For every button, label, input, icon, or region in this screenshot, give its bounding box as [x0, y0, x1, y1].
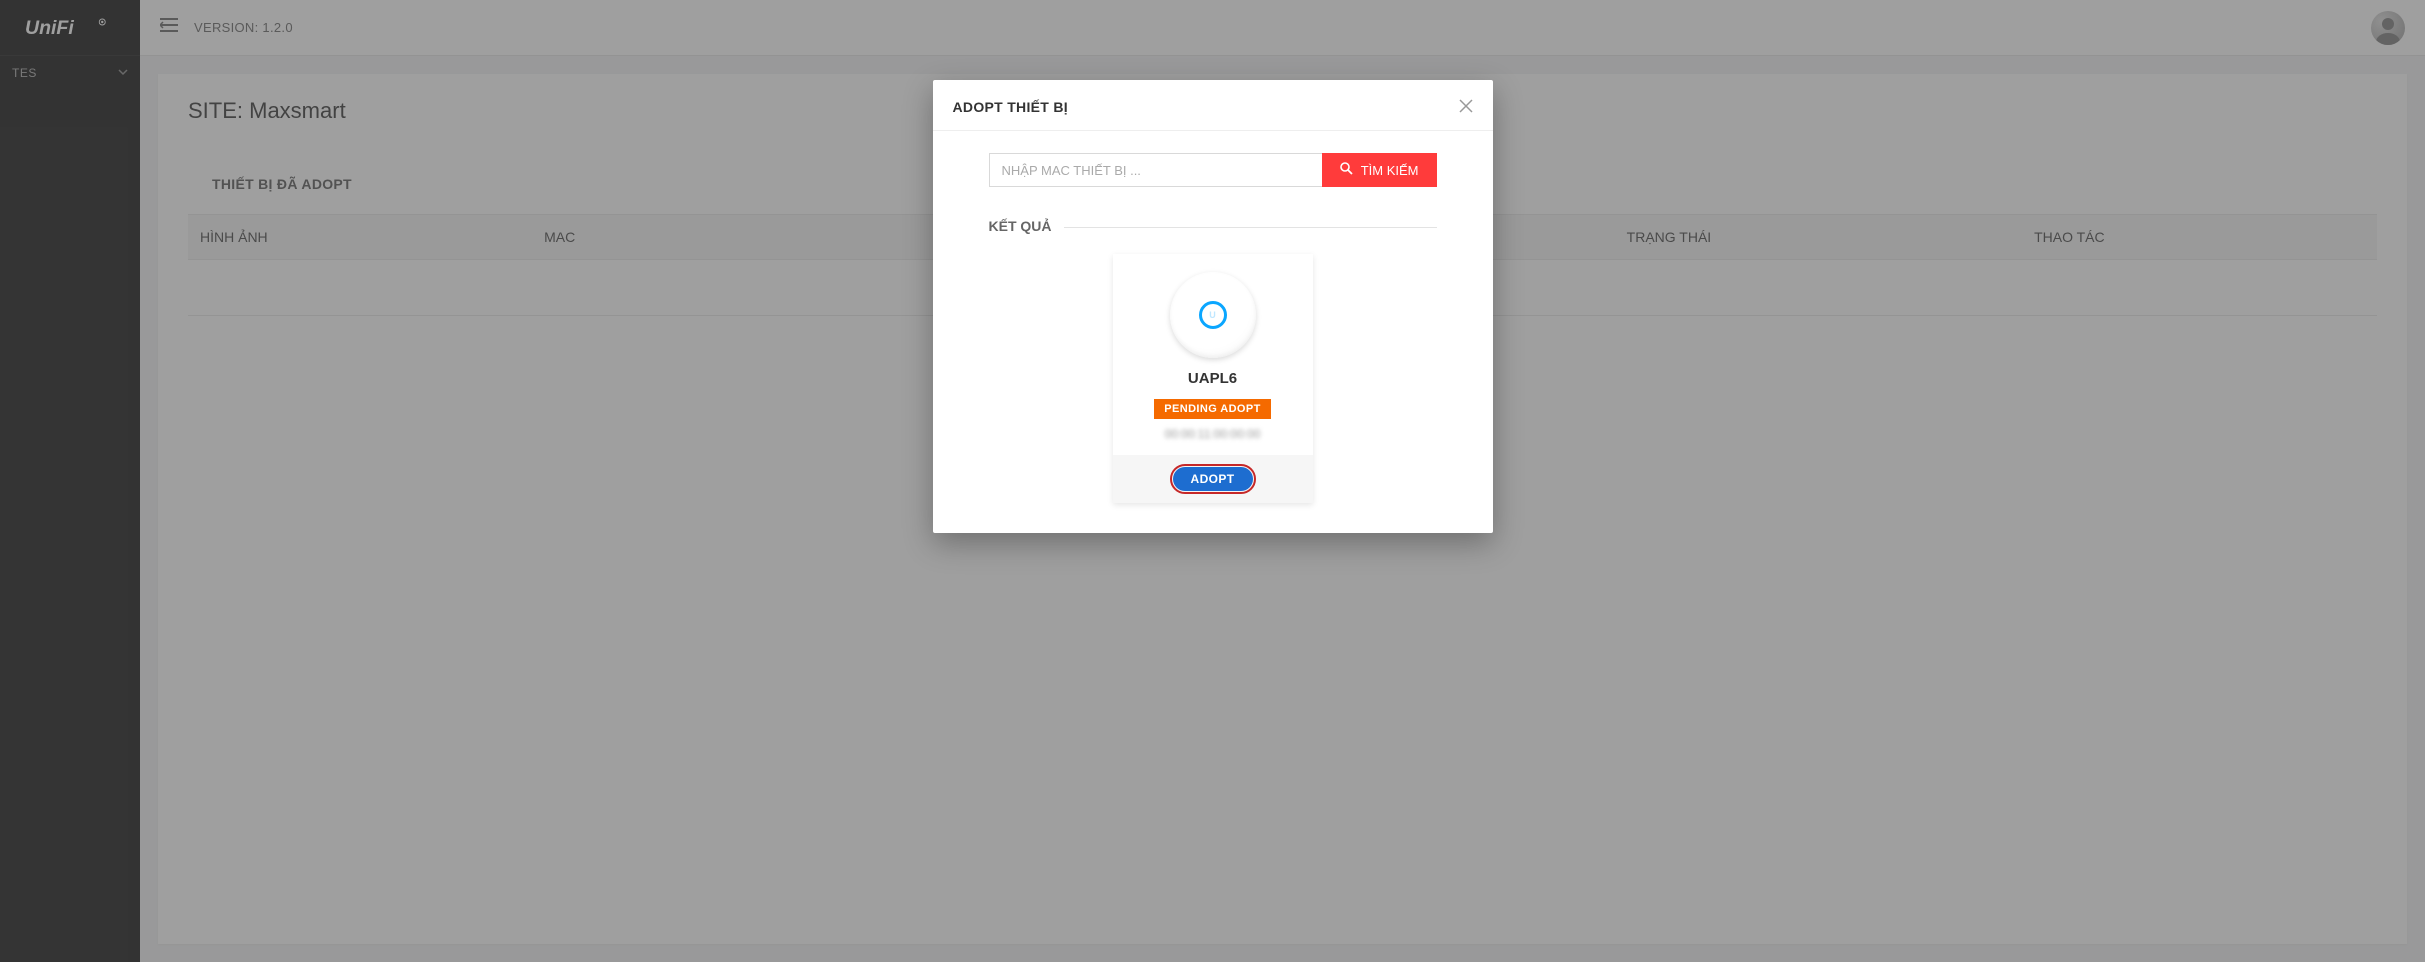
device-image: U — [1170, 272, 1256, 358]
close-icon[interactable] — [1459, 98, 1473, 116]
search-icon — [1340, 162, 1353, 178]
device-card-footer: ADOPT — [1113, 455, 1313, 503]
search-button-label: TÌM KIẾM — [1361, 163, 1419, 178]
result-section: KẾT QUẢ U UAPL6 PENDING ADOPT 00:00:11:0… — [989, 227, 1437, 503]
device-mac: 00:00:11:00:00:00 — [1125, 427, 1301, 441]
modal-overlay[interactable]: ADOPT THIẾT BỊ TÌM KIẾM KẾT QUẢ — [0, 0, 2425, 962]
adopt-device-modal: ADOPT THIẾT BỊ TÌM KIẾM KẾT QUẢ — [933, 80, 1493, 533]
mac-search-input[interactable] — [989, 153, 1322, 187]
modal-title: ADOPT THIẾT BỊ — [953, 99, 1068, 115]
unifi-ap-icon: U — [1199, 301, 1227, 329]
device-name: UAPL6 — [1125, 370, 1301, 387]
modal-body: TÌM KIẾM KẾT QUẢ U UAPL6 PENDING ADOPT 0… — [933, 131, 1493, 533]
search-row: TÌM KIẾM — [989, 153, 1437, 187]
app-root: UniFi TES VERSION: 1.2.0 SITE: Maxsmart — [0, 0, 2425, 962]
search-button[interactable]: TÌM KIẾM — [1322, 153, 1437, 187]
device-card: U UAPL6 PENDING ADOPT 00:00:11:00:00:00 … — [1113, 254, 1313, 503]
result-heading: KẾT QUẢ — [989, 218, 1064, 234]
device-card-body: U UAPL6 PENDING ADOPT 00:00:11:00:00:00 — [1113, 254, 1313, 455]
modal-header: ADOPT THIẾT BỊ — [933, 80, 1493, 131]
status-badge: PENDING ADOPT — [1154, 399, 1270, 419]
adopt-button[interactable]: ADOPT — [1173, 467, 1253, 491]
